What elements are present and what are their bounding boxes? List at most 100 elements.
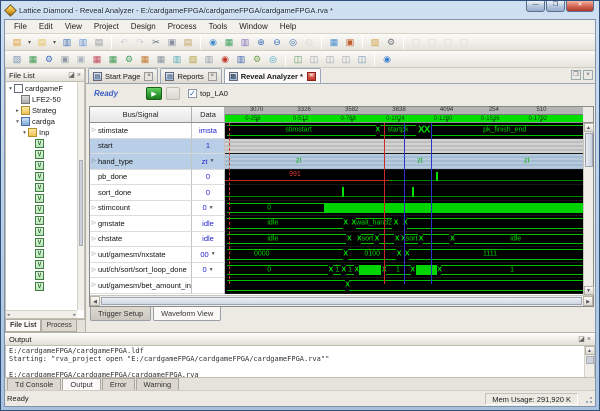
data-dropdown-icon[interactable]: ▼	[209, 158, 214, 164]
window-layout-1-icon[interactable]: ◫	[291, 52, 305, 66]
reveal-logo-icon[interactable]: ◉	[218, 52, 232, 66]
help-web-icon[interactable]: ◉	[380, 52, 394, 66]
tree-item-verilog-file-12[interactable]: V	[6, 259, 77, 270]
tree-item-cardgamef[interactable]: ▾cardgameF	[6, 83, 77, 94]
console-tab-warning[interactable]: Warning	[136, 378, 180, 390]
bitstream-icon[interactable]: ▦	[90, 52, 104, 66]
console-tab-td-console[interactable]: Td Console	[7, 378, 61, 390]
package-view-icon[interactable]: ⚙	[122, 52, 136, 66]
pin-panel-icon[interactable]: ◪	[578, 335, 585, 343]
timeline-ruler[interactable]: 30703326358238384094254510 0-2560-5120-7…	[225, 107, 583, 122]
minimize-button[interactable]: —	[526, 1, 545, 12]
signal-wave[interactable]: 0	[225, 201, 593, 217]
expand-arrow-icon[interactable]: ▷	[90, 127, 98, 133]
signal-wave[interactable]: idleXXwait_hand2XX	[225, 216, 593, 232]
signal-data-cell[interactable]: 0▼	[192, 263, 225, 279]
open-file-icon[interactable]: ▤	[35, 35, 49, 49]
collapse-arrow-icon[interactable]: ▾	[14, 119, 21, 125]
tab-waveform-view[interactable]: Waveform View	[153, 307, 221, 321]
tree-item-verilog-file-1[interactable]: V	[6, 138, 77, 149]
translate-icon[interactable]: ⚙	[42, 52, 56, 66]
signal-wave[interactable]: X	[225, 278, 593, 294]
tree-item-verilog-file-5[interactable]: V	[6, 182, 77, 193]
panel-tab-process[interactable]: Process	[41, 320, 76, 332]
data-dropdown-icon[interactable]: ▼	[209, 205, 214, 211]
menu-project[interactable]: Project	[88, 22, 125, 31]
signal-name-cell[interactable]: start	[90, 139, 192, 155]
close-panel-icon[interactable]: ×	[587, 336, 591, 343]
menu-help[interactable]: Help	[274, 22, 302, 31]
floorplan-icon[interactable]: ◎	[266, 52, 280, 66]
tree-horizontal-scrollbar[interactable]: ◂▸	[6, 310, 77, 318]
layout-icon[interactable]: ▦	[327, 35, 341, 49]
paste-icon[interactable]: ▤	[181, 35, 195, 49]
signal-name-cell[interactable]: sort_done	[90, 185, 192, 201]
tree-item-verilog-file-3[interactable]: V	[6, 160, 77, 171]
signal-name-cell[interactable]: ▷hand_type	[90, 154, 192, 170]
expand-arrow-icon[interactable]: ▷	[90, 220, 98, 226]
new-file-icon[interactable]: ▤	[10, 35, 24, 49]
signal-wave[interactable]	[225, 185, 593, 201]
float-view-icon[interactable]: ❐	[571, 70, 581, 80]
signal-data-cell[interactable]: idle	[192, 216, 225, 232]
tree-item-verilog-file-7[interactable]: V	[6, 204, 77, 215]
tree-item-strateg[interactable]: ▸Strateg	[6, 105, 77, 116]
open-file-dropdown[interactable]: ▾	[51, 35, 58, 49]
console-tab-error[interactable]: Error	[102, 378, 135, 390]
scroll-up-icon[interactable]: ▲	[585, 346, 595, 355]
tree-item-verilog-file-8[interactable]: V	[6, 215, 77, 226]
pin-panel-icon[interactable]: ◪	[68, 71, 75, 79]
menu-edit[interactable]: Edit	[33, 22, 59, 31]
panel-tab-file-list[interactable]: File List	[5, 320, 41, 332]
zoom-in-icon[interactable]: ⊕	[254, 35, 268, 49]
reveal-inserter-icon[interactable]: ▥	[202, 52, 216, 66]
signal-wave[interactable]: stimstartXstartpkXXpk_finish_end	[225, 123, 593, 139]
menu-view[interactable]: View	[59, 22, 88, 31]
tree-vertical-scrollbar[interactable]	[77, 82, 84, 310]
tree-item-verilog-file-4[interactable]: V	[6, 171, 77, 182]
snapshot-icon[interactable]: ▨	[368, 35, 382, 49]
spreadsheet-icon[interactable]: ▦	[222, 35, 236, 49]
signal-name-cell[interactable]: ▷uut/ch/sort/sort_loop_done	[90, 263, 192, 279]
scroll-right-icon[interactable]: ▸	[73, 312, 76, 318]
menu-window[interactable]: Window	[233, 22, 273, 31]
tab-close-icon[interactable]: ×	[307, 72, 316, 81]
ncd-view-icon[interactable]: ▦	[138, 52, 152, 66]
tab-close-icon[interactable]: ×	[144, 72, 153, 81]
tree-item-verilog-file-14[interactable]: V	[6, 281, 77, 292]
signal-data-cell[interactable]: 0	[192, 185, 225, 201]
window-layout-3-icon[interactable]: ◫	[323, 52, 337, 66]
menu-tools[interactable]: Tools	[203, 22, 234, 31]
signal-wave[interactable]: ztztzt	[225, 154, 593, 170]
signal-data-cell[interactable]: idle	[192, 232, 225, 248]
maximize-button[interactable]: ❒	[546, 1, 565, 12]
ipexpress-icon[interactable]: ▨	[186, 52, 200, 66]
signal-data-cell[interactable]: 0	[192, 170, 225, 186]
scroll-left-icon[interactable]: ◀	[90, 296, 100, 306]
window-layout-4-icon[interactable]: ◫	[339, 52, 353, 66]
scroll-right-icon[interactable]: ▶	[583, 296, 593, 306]
synthesize-icon[interactable]: ▦	[26, 52, 40, 66]
tab-reports[interactable]: ▤Reports×	[160, 68, 221, 83]
window-layout-5-icon[interactable]: ◫	[355, 52, 369, 66]
tree-item-verilog-file-9[interactable]: V	[6, 226, 77, 237]
signal-name-cell[interactable]: ▷stimcount	[90, 201, 192, 217]
power-calc-icon[interactable]: ▥	[170, 52, 184, 66]
zoom-out-icon[interactable]: ⊖	[270, 35, 284, 49]
save-all-icon[interactable]: ▥	[76, 35, 90, 49]
column-header-data[interactable]: Data	[192, 107, 225, 122]
tree-item-inp[interactable]: ▾Inp	[6, 127, 77, 138]
menu-design[interactable]: Design	[125, 22, 162, 31]
tab-close-icon[interactable]: ×	[208, 72, 217, 81]
expand-arrow-icon[interactable]: ▸	[14, 108, 21, 114]
tree-item-verilog-file-6[interactable]: V	[6, 193, 77, 204]
memory-view-icon[interactable]: ▥	[238, 35, 252, 49]
signal-data-cell[interactable]: imsta	[192, 123, 225, 139]
zoom-area-icon[interactable]: ◎	[286, 35, 300, 49]
output-scrollbar[interactable]: ▲	[584, 346, 594, 377]
signal-name-cell[interactable]: ▷gmstate	[90, 216, 192, 232]
signal-wave[interactable]: 991	[225, 170, 593, 186]
collapse-arrow-icon[interactable]: ▾	[21, 130, 28, 136]
spreadsheet-view-icon[interactable]: ▦	[106, 52, 120, 66]
tree-item-cardga[interactable]: ▾cardga	[6, 116, 77, 127]
